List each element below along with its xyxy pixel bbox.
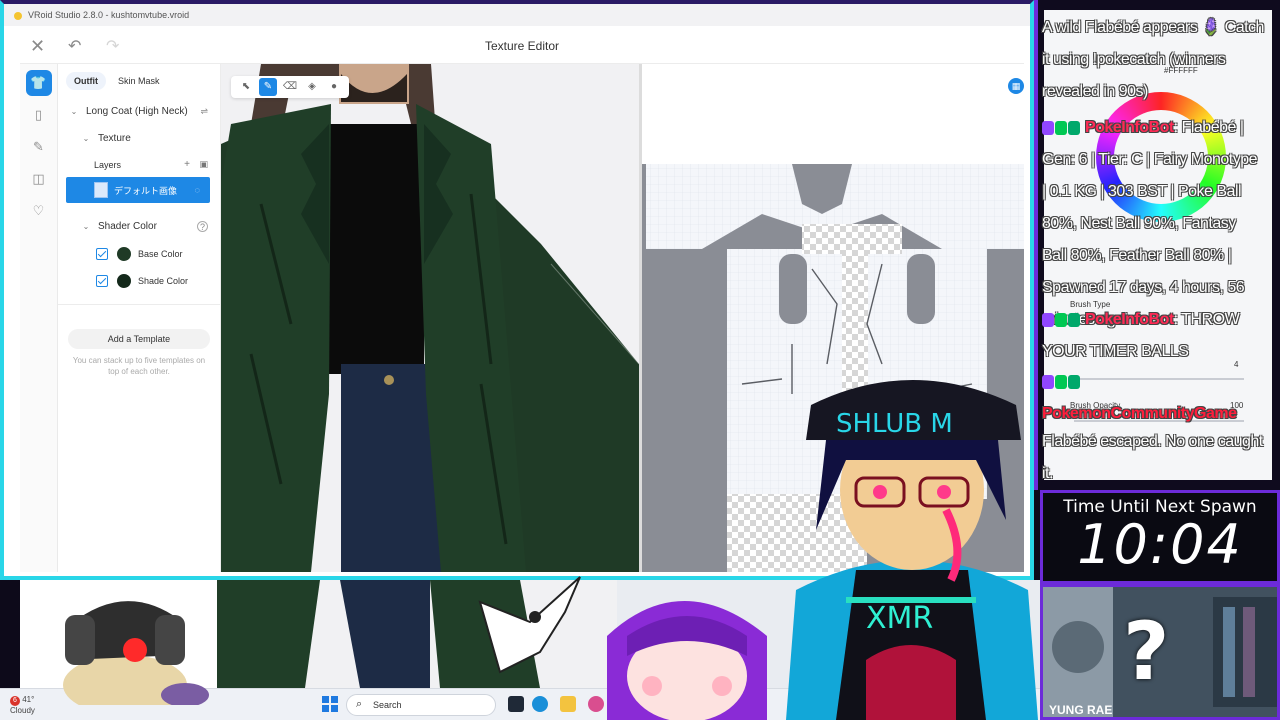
item-row[interactable]: ⌄ Long Coat (High Neck) ⇌: [58, 98, 220, 125]
app-icon[interactable]: [508, 696, 524, 712]
chat-text: Flabébé escaped. No one caught it.: [1042, 433, 1263, 482]
item-name: Long Coat (High Neck): [86, 106, 188, 117]
chevron-down-icon: ⌄: [82, 222, 90, 231]
add-template-button[interactable]: Add a Template: [68, 329, 210, 349]
app-icon[interactable]: [588, 696, 604, 712]
shade-color-swatch[interactable]: [117, 273, 131, 288]
layer-thumbnail: [94, 182, 108, 198]
badge-icon: [1068, 120, 1080, 135]
template-hint: You can stack up to five templates on to…: [72, 356, 206, 376]
shade-color-label: Shade Color: [138, 275, 189, 286]
chat-message: PokeInfoBot: Flabébé | Gen: 6 | Tier: C …: [1042, 112, 1264, 336]
badge-icon: [1055, 374, 1067, 389]
badge-icon: [1055, 312, 1067, 327]
desktop-background-render: [0, 580, 617, 688]
chat-username[interactable]: PokeInfoBot: [1085, 119, 1174, 136]
brush-icon[interactable]: ✎: [26, 134, 52, 160]
windows-start-icon[interactable]: [322, 696, 338, 712]
layer-name: デフォルト画像: [114, 185, 178, 196]
question-mark-icon: ?: [1123, 605, 1170, 698]
chevron-down-icon: ⌄: [82, 134, 90, 143]
shader-row[interactable]: ⌄ Shader Color ?: [58, 213, 220, 240]
tab-outfit[interactable]: Outfit: [66, 72, 106, 90]
outfit-icon[interactable]: 👕: [25, 70, 52, 96]
pen-icon[interactable]: ✎: [259, 78, 277, 96]
mystery-pokemon-cam: ? YUNG RAE: [1040, 584, 1280, 720]
layers-header: Layers + ▣: [58, 152, 220, 177]
chat-text: A wild Flabébé appears 🪻 Catch it using …: [1042, 19, 1264, 100]
image-layer-icon[interactable]: ▣: [199, 159, 208, 170]
taskbar-search[interactable]: Search: [346, 694, 496, 716]
weather-desc: Cloudy: [10, 706, 35, 715]
badge-icon: [1042, 374, 1054, 389]
badge-icon: [1068, 312, 1080, 327]
category-rail: 👕 ▯ ✎ ◫ ♡: [20, 64, 58, 572]
chat-message: PokemonCommunityGame: [1042, 366, 1264, 430]
cam-caption: YUNG RAE: [1049, 703, 1113, 717]
model-viewport[interactable]: ⬉ ✎ ⌫ ◈ ●: [221, 64, 639, 572]
window-title: VRoid Studio 2.8.0 - kushtomvtube.vroid: [28, 10, 190, 20]
edge-icon[interactable]: [532, 696, 548, 712]
bottle-icon[interactable]: ▯: [26, 102, 52, 128]
texture-row[interactable]: ⌄ Texture: [58, 125, 220, 152]
base-color-row[interactable]: Base Color: [58, 240, 220, 267]
badge-icon: [1042, 312, 1054, 327]
timer-value: 10:04: [1077, 513, 1243, 576]
fill-icon[interactable]: ◈: [303, 78, 321, 96]
settings-icon[interactable]: ⇌: [200, 106, 208, 117]
avatar-model-render: [221, 64, 639, 572]
base-color-label: Base Color: [138, 248, 183, 259]
accessory-icon[interactable]: ♡: [26, 198, 52, 224]
weather-temp: 41°: [22, 695, 35, 704]
chat-message: PokeInfoBot: THROW YOUR TIMER BALLS: [1042, 304, 1264, 368]
layers-label: Layers: [94, 159, 122, 170]
layer-item[interactable]: デフォルト画像 ◌: [66, 177, 210, 203]
base-color-swatch[interactable]: [117, 246, 131, 261]
chat-text: : Flabébé | Gen: 6 | Tier: C | Fairy Mon…: [1042, 119, 1258, 328]
help-icon[interactable]: ?: [197, 221, 208, 232]
grid-toggle-icon[interactable]: ▦: [1008, 78, 1024, 94]
select-icon[interactable]: ⬉: [237, 78, 255, 96]
dropper-icon[interactable]: ●: [325, 78, 343, 96]
texture-side-panel: Outfit Skin Mask ⌄ Long Coat (High Neck)…: [58, 64, 221, 572]
desktop-lower-area: 6 41° Cloudy Search: [0, 580, 1040, 720]
badge-icon: [1068, 374, 1080, 389]
notification-badge: 6: [10, 696, 20, 706]
bag-icon[interactable]: ◫: [26, 166, 52, 192]
app-icon: [14, 12, 22, 20]
chat-username[interactable]: PokemonCommunityGame: [1042, 405, 1237, 422]
badge-icon: [1042, 120, 1054, 135]
shade-color-row[interactable]: Shade Color: [58, 267, 220, 294]
panel-tabs: Outfit Skin Mask: [58, 64, 220, 90]
texture-canvas[interactable]: ▦: [642, 64, 1024, 572]
shade-color-checkbox[interactable]: [96, 274, 108, 287]
chat-overlay: #FFFFFF Brush Type 4 Brush Opacity 100 A…: [1034, 0, 1280, 490]
folder-icon[interactable]: [560, 696, 576, 712]
texture-label: Texture: [98, 133, 131, 144]
visibility-icon[interactable]: ◌: [195, 185, 200, 195]
spawn-timer: Time Until Next Spawn 10:04: [1040, 490, 1280, 584]
shader-label: Shader Color: [98, 221, 157, 232]
tab-skin-mask[interactable]: Skin Mask: [110, 72, 168, 90]
uv-texture-map: [642, 64, 1024, 572]
chat-message: A wild Flabébé appears 🪻 Catch it using …: [1042, 12, 1264, 108]
eraser-icon[interactable]: ⌫: [281, 78, 299, 96]
editor-top-bar: ✕ ↶ ↷ Texture Editor: [20, 26, 1024, 64]
vroid-window: VRoid Studio 2.8.0 - kushtomvtube.vroid …: [0, 0, 1034, 580]
editor-title: Texture Editor: [484, 39, 560, 53]
windows-taskbar: 6 41° Cloudy Search: [0, 688, 1040, 720]
chat-username[interactable]: PokeInfoBot: [1085, 311, 1174, 328]
weather-widget[interactable]: 6 41° Cloudy: [10, 695, 35, 715]
chevron-down-icon: ⌄: [70, 107, 78, 116]
base-color-checkbox[interactable]: [96, 247, 108, 260]
canvas-toolbar: ⬉ ✎ ⌫ ◈ ●: [231, 76, 349, 98]
chat-message: Flabébé escaped. No one caught it.: [1042, 426, 1264, 490]
window-title-bar: VRoid Studio 2.8.0 - kushtomvtube.vroid: [4, 4, 1030, 26]
add-layer-icon[interactable]: +: [184, 159, 190, 170]
badge-icon: [1055, 120, 1067, 135]
